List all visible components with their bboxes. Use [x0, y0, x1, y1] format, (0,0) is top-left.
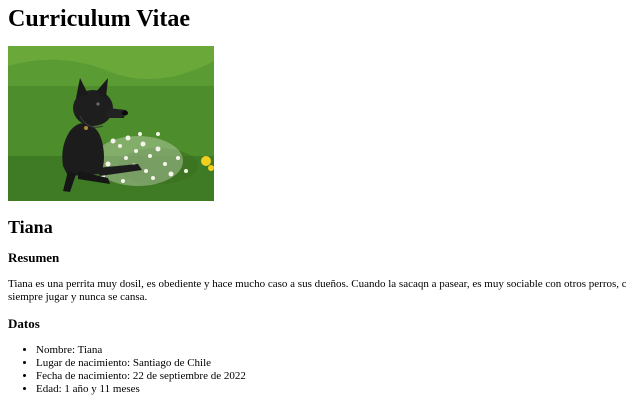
detail-age: Edad: 1 año y 11 meses [36, 383, 246, 396]
summary-heading: Resumen [8, 250, 60, 265]
pet-name-heading: Tiana [8, 217, 53, 237]
detail-birthdate: Fecha de nacimiento: 22 de septiembre de… [36, 370, 246, 383]
detail-birthplace: Lugar de nacimiento: Santiago de Chile [36, 357, 246, 370]
details-heading: Datos [8, 316, 40, 331]
detail-name: Nombre: Tiana [36, 344, 246, 357]
details-list: Nombre: Tiana Lugar de nacimiento: Santi… [8, 344, 246, 396]
dog-photo [8, 46, 214, 201]
summary-text: Tiana es una perrita muy dosil, es obedi… [8, 278, 626, 303]
page-title: Curriculum Vitae [8, 6, 190, 32]
